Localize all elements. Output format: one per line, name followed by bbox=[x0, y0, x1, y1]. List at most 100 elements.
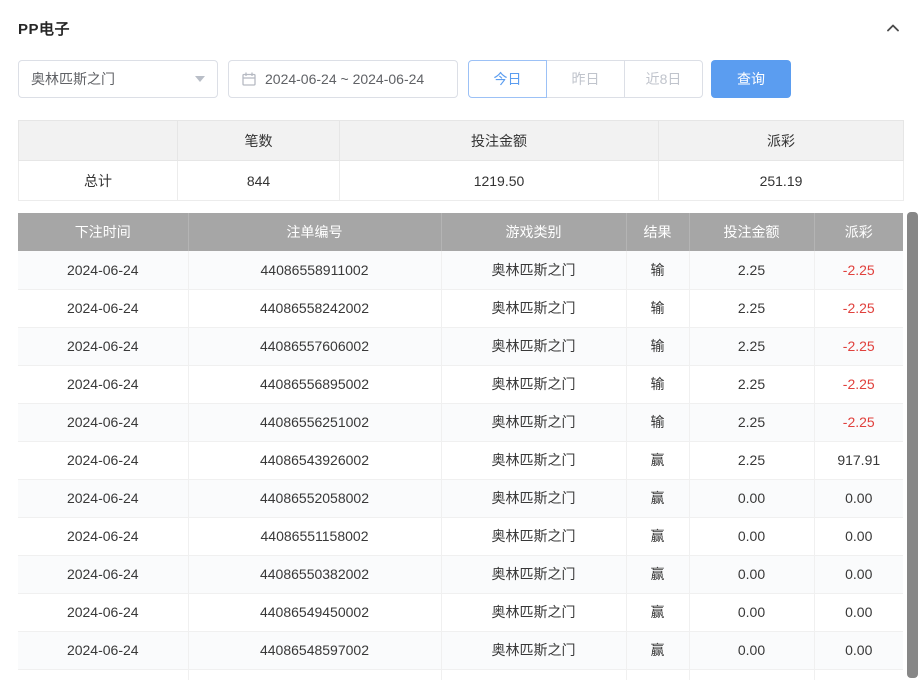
table-row: 2024-06-24 44086543926002 奥林匹斯之门 赢 2.25 … bbox=[18, 441, 903, 479]
panel-header: PP电子 bbox=[0, 0, 921, 38]
cell-game-category: 奥林匹斯之门 bbox=[441, 251, 626, 289]
cell-result: 输 bbox=[626, 365, 689, 403]
col-header-payout: 派彩 bbox=[814, 213, 903, 251]
cell-game-category: 奥林匹斯之门 bbox=[441, 479, 626, 517]
page-title: PP电子 bbox=[18, 18, 70, 39]
cell-payout: -2.25 bbox=[814, 251, 903, 289]
cell-game-category: 奥林匹斯之门 bbox=[441, 327, 626, 365]
cell-bet-amount: 0.00 bbox=[689, 555, 814, 593]
summary-header-bet-amount: 投注金额 bbox=[340, 121, 659, 161]
cell-payout: -2.25 bbox=[814, 403, 903, 441]
cell-bet-amount: 2.25 bbox=[689, 327, 814, 365]
cell-payout: 0.00 bbox=[814, 479, 903, 517]
summary-total-row: 总计 844 1219.50 251.19 bbox=[19, 161, 904, 201]
cell-order-number: 44086551158002 bbox=[188, 517, 441, 555]
cell-payout: -2.25 bbox=[814, 289, 903, 327]
cell-bet-amount: 0.00 bbox=[689, 593, 814, 631]
cell-order-number: 44086548597002 bbox=[188, 631, 441, 669]
collapse-toggle[interactable] bbox=[883, 18, 903, 38]
bet-table-body: 2024-06-24 44086558911002 奥林匹斯之门 输 2.25 … bbox=[18, 251, 903, 680]
chevron-up-icon bbox=[885, 20, 901, 36]
summary-header-empty bbox=[19, 121, 178, 161]
cell-order-number: 44086556895002 bbox=[188, 365, 441, 403]
game-select-value: 奥林匹斯之门 bbox=[31, 69, 115, 89]
table-row: 2024-06-24 44086558911002 奥林匹斯之门 输 2.25 … bbox=[18, 251, 903, 289]
summary-header-row: 笔数 投注金额 派彩 bbox=[19, 121, 904, 161]
cell-result: 赢 bbox=[626, 631, 689, 669]
cell-bet-amount: 2.25 bbox=[689, 289, 814, 327]
cell-order-number bbox=[188, 669, 441, 680]
date-range-value: 2024-06-24 ~ 2024-06-24 bbox=[265, 71, 424, 87]
game-select[interactable]: 奥林匹斯之门 bbox=[18, 60, 218, 98]
date-range-picker[interactable]: 2024-06-24 ~ 2024-06-24 bbox=[228, 60, 458, 98]
cell-payout: 917.91 bbox=[814, 441, 903, 479]
cell-payout: -2.25 bbox=[814, 327, 903, 365]
cell-bet-time: 2024-06-24 bbox=[18, 593, 188, 631]
query-button[interactable]: 查询 bbox=[711, 60, 791, 98]
cell-result: 输 bbox=[626, 403, 689, 441]
last-8-days-button[interactable]: 近8日 bbox=[624, 60, 703, 98]
table-row: 2024-06-24 44086550382002 奥林匹斯之门 赢 0.00 … bbox=[18, 555, 903, 593]
calendar-icon bbox=[241, 71, 257, 87]
table-row: 2024-06-24 44086558242002 奥林匹斯之门 输 2.25 … bbox=[18, 289, 903, 327]
cell-order-number: 44086550382002 bbox=[188, 555, 441, 593]
summary-table: 笔数 投注金额 派彩 总计 844 1219.50 251.19 bbox=[18, 120, 904, 201]
vertical-scrollbar[interactable] bbox=[907, 212, 918, 678]
cell-bet-amount: 2.25 bbox=[689, 251, 814, 289]
cell-result bbox=[626, 669, 689, 680]
cell-game-category: 奥林匹斯之门 bbox=[441, 365, 626, 403]
cell-result: 赢 bbox=[626, 555, 689, 593]
cell-bet-amount bbox=[689, 669, 814, 680]
cell-payout: -2.25 bbox=[814, 365, 903, 403]
cell-game-category: 奥林匹斯之门 bbox=[441, 289, 626, 327]
cell-result: 赢 bbox=[626, 441, 689, 479]
cell-payout bbox=[814, 669, 903, 680]
quick-range-button-group: 今日 昨日 近8日 bbox=[468, 60, 703, 98]
table-row: 2024-06-24 44086556895002 奥林匹斯之门 输 2.25 … bbox=[18, 365, 903, 403]
yesterday-button[interactable]: 昨日 bbox=[546, 60, 625, 98]
table-row: 2024-06-24 44086551158002 奥林匹斯之门 赢 0.00 … bbox=[18, 517, 903, 555]
summary-bet-amount-value: 1219.50 bbox=[340, 161, 659, 201]
cell-order-number: 44086549450002 bbox=[188, 593, 441, 631]
cell-game-category: 奥林匹斯之门 bbox=[441, 403, 626, 441]
cell-order-number: 44086558242002 bbox=[188, 289, 441, 327]
cell-bet-time: 2024-06-24 bbox=[18, 289, 188, 327]
table-row bbox=[18, 669, 903, 680]
cell-game-category: 奥林匹斯之门 bbox=[441, 593, 626, 631]
bet-table: 下注时间 注单编号 游戏类别 结果 投注金额 派彩 2024-06-24 440… bbox=[18, 213, 903, 680]
cell-order-number: 44086552058002 bbox=[188, 479, 441, 517]
bet-table-header-row: 下注时间 注单编号 游戏类别 结果 投注金额 派彩 bbox=[18, 213, 903, 251]
cell-game-category: 奥林匹斯之门 bbox=[441, 555, 626, 593]
cell-order-number: 44086556251002 bbox=[188, 403, 441, 441]
filter-bar: 奥林匹斯之门 2024-06-24 ~ 2024-06-24 今日 昨日 近8日… bbox=[18, 60, 903, 98]
table-row: 2024-06-24 44086556251002 奥林匹斯之门 输 2.25 … bbox=[18, 403, 903, 441]
cell-payout: 0.00 bbox=[814, 517, 903, 555]
cell-game-category: 奥林匹斯之门 bbox=[441, 441, 626, 479]
summary-header-payout: 派彩 bbox=[659, 121, 904, 161]
table-row: 2024-06-24 44086552058002 奥林匹斯之门 赢 0.00 … bbox=[18, 479, 903, 517]
cell-result: 赢 bbox=[626, 517, 689, 555]
col-header-game-category: 游戏类别 bbox=[441, 213, 626, 251]
cell-payout: 0.00 bbox=[814, 555, 903, 593]
cell-bet-amount: 2.25 bbox=[689, 365, 814, 403]
today-button[interactable]: 今日 bbox=[468, 60, 547, 98]
cell-bet-time: 2024-06-24 bbox=[18, 441, 188, 479]
summary-count-value: 844 bbox=[178, 161, 340, 201]
cell-result: 赢 bbox=[626, 479, 689, 517]
col-header-bet-time: 下注时间 bbox=[18, 213, 188, 251]
cell-game-category: 奥林匹斯之门 bbox=[441, 631, 626, 669]
cell-result: 输 bbox=[626, 251, 689, 289]
cell-bet-time bbox=[18, 669, 188, 680]
cell-order-number: 44086557606002 bbox=[188, 327, 441, 365]
table-row: 2024-06-24 44086548597002 奥林匹斯之门 赢 0.00 … bbox=[18, 631, 903, 669]
scrollbar-thumb[interactable] bbox=[907, 212, 918, 678]
cell-bet-time: 2024-06-24 bbox=[18, 403, 188, 441]
cell-bet-time: 2024-06-24 bbox=[18, 555, 188, 593]
summary-payout-value: 251.19 bbox=[659, 161, 904, 201]
cell-bet-amount: 0.00 bbox=[689, 517, 814, 555]
cell-game-category bbox=[441, 669, 626, 680]
cell-order-number: 44086543926002 bbox=[188, 441, 441, 479]
cell-bet-time: 2024-06-24 bbox=[18, 517, 188, 555]
cell-bet-amount: 0.00 bbox=[689, 631, 814, 669]
cell-bet-time: 2024-06-24 bbox=[18, 631, 188, 669]
